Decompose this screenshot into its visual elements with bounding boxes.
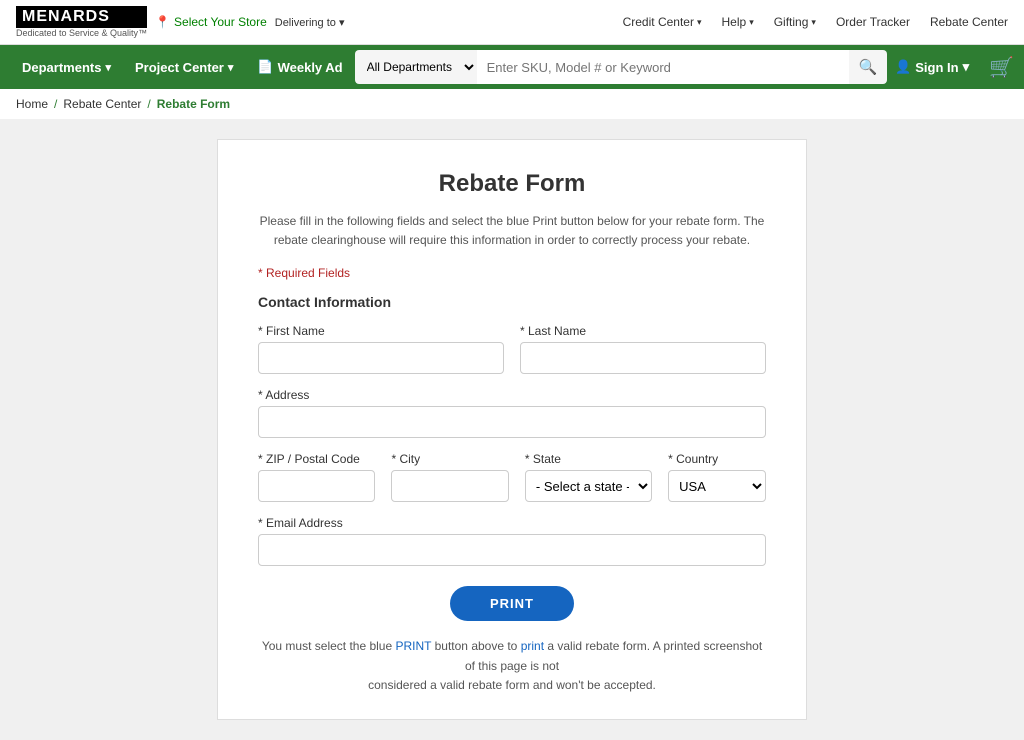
search-area: All Departments 🔍 <box>355 50 887 84</box>
breadcrumb-current: Rebate Form <box>157 97 230 111</box>
required-fields-note: * Required Fields <box>258 266 766 280</box>
project-center-label: Project Center <box>135 60 224 75</box>
last-name-group: * Last Name <box>520 324 766 374</box>
weekly-ad-nav[interactable]: 📄 Weekly Ad <box>245 45 354 89</box>
city-input[interactable] <box>391 470 508 502</box>
address-input[interactable] <box>258 406 766 438</box>
form-title: Rebate Form <box>258 170 766 198</box>
breadcrumb-separator: / <box>54 97 57 111</box>
credit-center-link[interactable]: Credit Center ▾ <box>623 15 702 29</box>
chevron-down-icon: ▾ <box>963 59 970 75</box>
email-group: * Email Address <box>258 516 766 566</box>
weekly-ad-label: Weekly Ad <box>278 60 343 75</box>
last-name-label: * Last Name <box>520 324 766 338</box>
first-name-input[interactable] <box>258 342 504 374</box>
chevron-down-icon: ▾ <box>697 17 702 28</box>
gifting-link[interactable]: Gifting ▾ <box>774 15 816 29</box>
state-label: * State <box>525 452 652 466</box>
store-selector[interactable]: 📍 Select Your Store <box>155 15 267 29</box>
zip-group: * ZIP / Postal Code <box>258 452 375 502</box>
location-icon: 📍 <box>155 15 170 29</box>
departments-label: Departments <box>22 60 101 75</box>
top-bar-right: Credit Center ▾ Help ▾ Gifting ▾ Order T… <box>623 15 1008 29</box>
help-link[interactable]: Help ▾ <box>722 15 754 29</box>
logo: MENARDS Dedicated to Service & Quality™ <box>16 6 147 38</box>
user-icon: 👤 <box>895 59 911 75</box>
top-bar: MENARDS Dedicated to Service & Quality™ … <box>0 0 1024 45</box>
search-icon: 🔍 <box>859 58 878 76</box>
state-group: * State - Select a state - <box>525 452 652 502</box>
print-note-line1: You must select the blue PRINT button ab… <box>262 639 762 672</box>
print-note-line2: considered a valid rebate form and won't… <box>368 678 656 692</box>
breadcrumb-home[interactable]: Home <box>16 97 48 111</box>
breadcrumb: Home / Rebate Center / Rebate Form <box>0 89 1024 119</box>
store-selector-label: Select Your Store <box>174 15 267 29</box>
form-description: Please fill in the following fields and … <box>258 212 766 250</box>
city-group: * City <box>391 452 508 502</box>
weekly-ad-icon: 📄 <box>257 59 273 75</box>
country-group: * Country USA <box>668 452 766 502</box>
address-row: * Address <box>258 388 766 438</box>
state-select[interactable]: - Select a state - <box>525 470 652 502</box>
chevron-down-icon: ▾ <box>105 61 111 74</box>
logo-text: MENARDS <box>16 6 147 28</box>
order-tracker-link[interactable]: Order Tracker <box>836 15 910 29</box>
address-group: * Address <box>258 388 766 438</box>
print-note: You must select the blue PRINT button ab… <box>258 637 766 695</box>
chevron-down-icon: ▾ <box>339 17 345 29</box>
sign-in-button[interactable]: 👤 Sign In ▾ <box>887 59 977 75</box>
breadcrumb-separator: / <box>147 97 150 111</box>
rebate-form-container: Rebate Form Please fill in the following… <box>217 139 807 720</box>
top-bar-left: MENARDS Dedicated to Service & Quality™ … <box>16 6 344 38</box>
address-label: * Address <box>258 388 766 402</box>
first-name-group: * First Name <box>258 324 504 374</box>
country-label: * Country <box>668 452 766 466</box>
departments-nav[interactable]: Departments ▾ <box>10 45 123 89</box>
email-input[interactable] <box>258 534 766 566</box>
delivering-label: Delivering to ▾ <box>275 16 345 29</box>
chevron-down-icon: ▾ <box>228 61 234 74</box>
print-button[interactable]: PRINT <box>450 586 574 621</box>
chevron-down-icon: ▾ <box>811 17 816 28</box>
search-button[interactable]: 🔍 <box>849 50 887 84</box>
search-input[interactable] <box>477 50 849 84</box>
print-link-highlight: print <box>521 639 544 653</box>
nav-bar: Departments ▾ Project Center ▾ 📄 Weekly … <box>0 45 1024 89</box>
email-row: * Email Address <box>258 516 766 566</box>
search-department-select[interactable]: All Departments <box>355 50 477 84</box>
chevron-down-icon: ▾ <box>749 17 754 28</box>
country-select[interactable]: USA <box>668 470 766 502</box>
print-highlight: PRINT <box>395 639 431 653</box>
zip-label: * ZIP / Postal Code <box>258 452 375 466</box>
location-row: * ZIP / Postal Code * City * State - Sel… <box>258 452 766 502</box>
logo-tagline: Dedicated to Service & Quality™ <box>16 28 147 38</box>
contact-section-title: Contact Information <box>258 294 766 310</box>
cart-icon[interactable]: 🛒 <box>989 55 1014 80</box>
first-name-label: * First Name <box>258 324 504 338</box>
last-name-input[interactable] <box>520 342 766 374</box>
name-row: * First Name * Last Name <box>258 324 766 374</box>
city-label: * City <box>391 452 508 466</box>
main-content: Rebate Form Please fill in the following… <box>0 119 1024 740</box>
nav-right: 👤 Sign In ▾ 🛒 <box>887 55 1014 80</box>
signin-label: Sign In <box>915 60 958 75</box>
breadcrumb-rebate-center[interactable]: Rebate Center <box>63 97 141 111</box>
email-label: * Email Address <box>258 516 766 530</box>
project-center-nav[interactable]: Project Center ▾ <box>123 45 245 89</box>
zip-input[interactable] <box>258 470 375 502</box>
rebate-center-link[interactable]: Rebate Center <box>930 15 1008 29</box>
